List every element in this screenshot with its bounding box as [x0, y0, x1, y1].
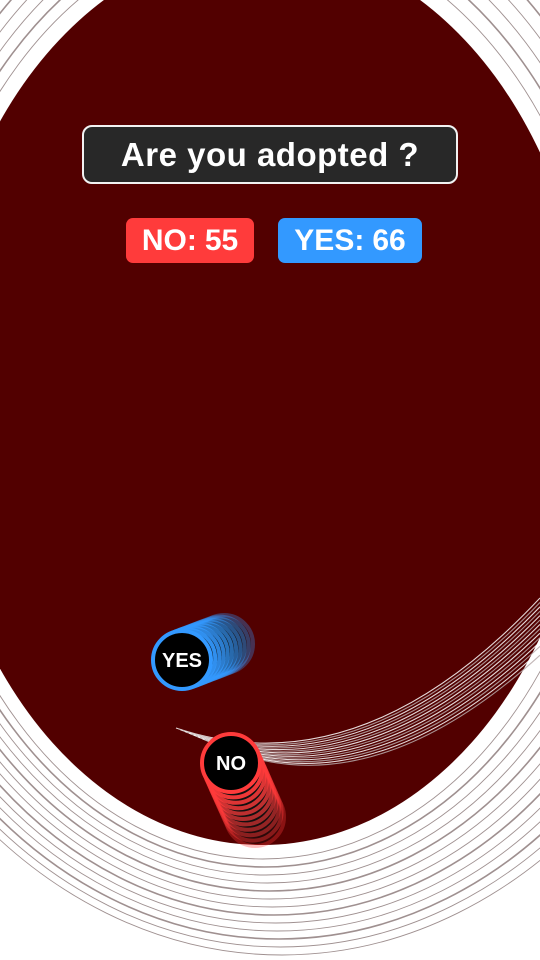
no-ball-label: NO — [216, 753, 246, 775]
game-screen: YES NO Are you adopted ? NO: 55 YES: 66 — [0, 0, 540, 960]
no-score-badge: NO: 55 — [126, 218, 254, 263]
no-ball: NO — [200, 732, 262, 794]
question-box: Are you adopted ? — [82, 125, 458, 184]
yes-ball-label: YES — [162, 650, 202, 672]
yes-score-badge: YES: 66 — [278, 218, 422, 263]
question-text: Are you adopted ? — [120, 135, 420, 173]
yes-score-value: 66 — [372, 223, 406, 257]
yes-score-label: YES: — [294, 223, 365, 257]
yes-ball: YES — [151, 629, 213, 691]
no-score-value: 55 — [204, 223, 239, 257]
no-score-label: NO: — [141, 223, 197, 257]
